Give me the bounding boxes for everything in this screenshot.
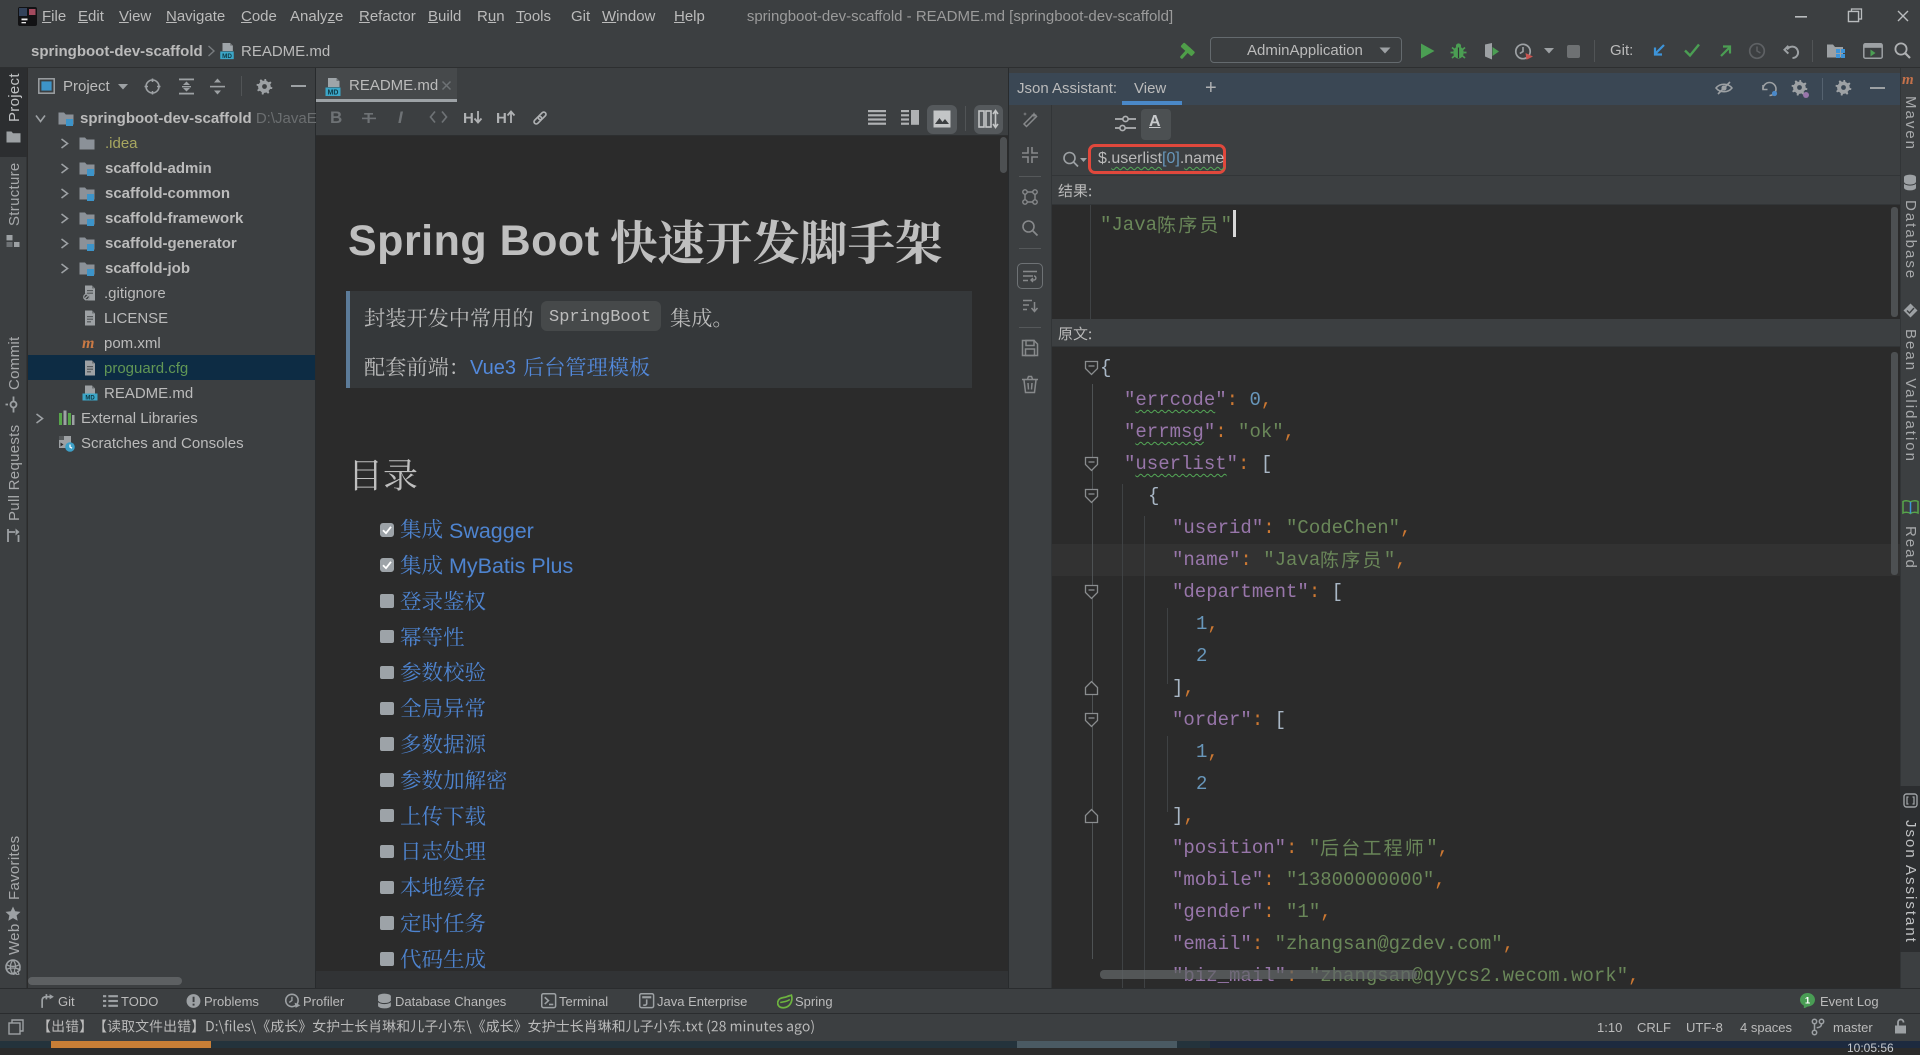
svg-text:H: H xyxy=(463,110,474,126)
svg-text:1: 1 xyxy=(1805,995,1811,1006)
svg-text:m: m xyxy=(82,335,94,351)
svg-text:H: H xyxy=(496,110,507,126)
svg-text:MD: MD xyxy=(85,395,95,401)
svg-text:MD: MD xyxy=(328,90,339,97)
svg-text:MD: MD xyxy=(222,53,232,60)
